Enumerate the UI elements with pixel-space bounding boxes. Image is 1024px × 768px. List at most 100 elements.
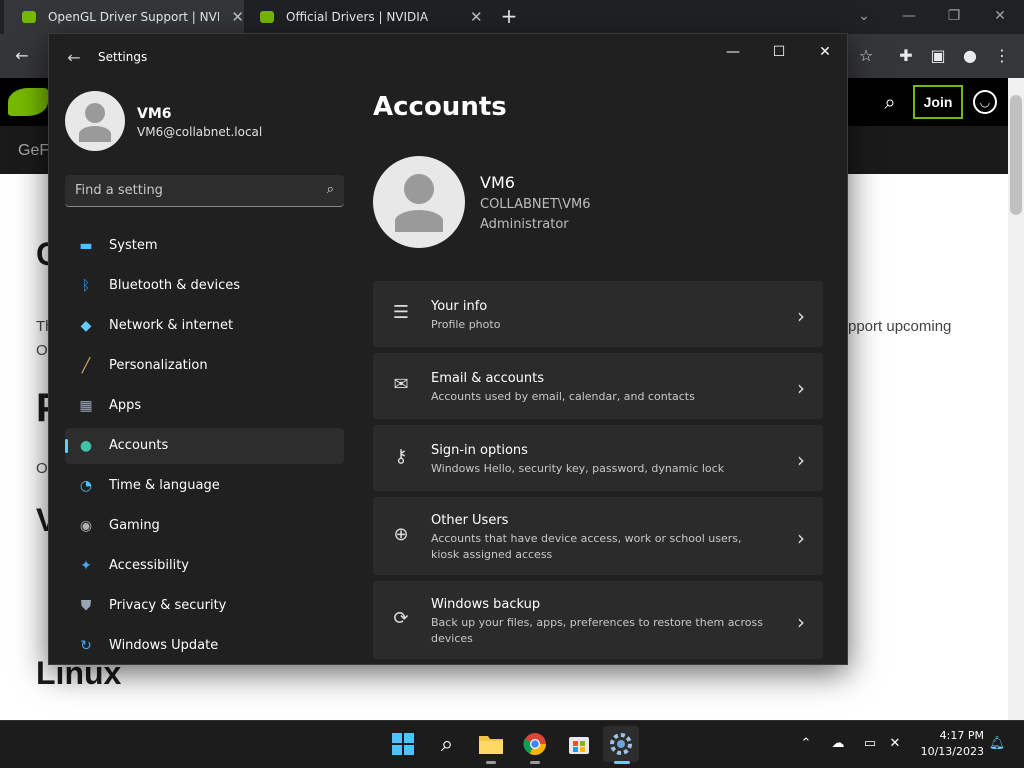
taskbar-clock-date[interactable]: 10/13/2023 — [914, 745, 984, 758]
settings-card-windows-backup[interactable]: ⟳ Windows backup Back up your files, apps,… — [373, 581, 823, 659]
running-indicator — [530, 761, 540, 764]
notification-bell-icon[interactable]: 🔔︎ — [988, 735, 1006, 753]
settings-card-other-users[interactable]: ⊕ Other Users Accounts that have device ac… — [373, 497, 823, 575]
settings-close-icon[interactable]: ✕ — [805, 40, 845, 64]
mail-icon: ✉ — [393, 374, 409, 395]
network-monitor-icon[interactable]: ▭ — [861, 735, 879, 753]
sidebar-item-label: System — [109, 238, 158, 253]
settings-window: ← Settings — ☐ ✕ VM6 VM6@collabnet.local… — [48, 33, 848, 665]
sidebar-item-label: Gaming — [109, 518, 160, 533]
card-subtitle: Accounts that have device access, work o… — [431, 532, 742, 561]
side-panel-icon[interactable]: ▣ — [926, 45, 950, 67]
browser-tab-official-drivers[interactable]: Official Drivers | NVIDIA ✕ — [242, 0, 492, 34]
apps-icon: ▦ — [79, 398, 93, 414]
nvidia-subnav-label[interactable]: GeF — [18, 142, 49, 160]
tab-close-icon[interactable]: ✕ — [470, 8, 483, 26]
key-icon: ⚷ — [394, 446, 408, 467]
chevron-right-icon: › — [797, 376, 805, 400]
accessibility-icon: ✦ — [80, 558, 92, 574]
sidebar-item-label: Accounts — [109, 438, 169, 453]
active-indicator — [614, 761, 630, 764]
chrome-icon[interactable] — [521, 730, 549, 758]
sidebar-item-label: Accessibility — [109, 558, 189, 573]
gear-icon — [610, 733, 632, 755]
nvidia-logo-icon[interactable] — [8, 88, 48, 116]
search-icon[interactable]: ⌕ — [327, 182, 334, 197]
taskbar-search-icon[interactable]: ⌕ — [433, 730, 461, 758]
chevron-right-icon: › — [797, 448, 805, 472]
settings-search-box[interactable]: ⌕ — [65, 175, 344, 207]
sidebar-item-label: Time & language — [109, 478, 220, 493]
taskbar-clock-time[interactable]: 4:17 PM — [924, 729, 984, 742]
sidebar-item-network-internet[interactable]: ◆ Network & internet — [65, 308, 344, 344]
tab-search-chevron-icon[interactable]: ⌄ — [850, 5, 878, 27]
profile-email: VM6@collabnet.local — [137, 125, 263, 139]
brush-icon: ╱ — [81, 358, 91, 374]
sidebar-item-apps[interactable]: ▦ Apps — [65, 388, 344, 424]
card-title: Windows backup — [431, 597, 541, 612]
browser-minimize-icon[interactable]: — — [895, 5, 923, 27]
card-subtitle: Back up your files, apps, preferences to… — [431, 616, 763, 645]
account-domain: COLLABNET\VM6 — [480, 197, 591, 212]
globe-clock-icon: ◔ — [79, 478, 93, 494]
file-explorer-icon[interactable] — [477, 730, 505, 758]
volume-muted-icon[interactable]: ✕ — [886, 735, 904, 753]
avatar[interactable] — [65, 91, 125, 151]
page-scrollbar-thumb[interactable] — [1010, 95, 1022, 215]
settings-card-email-accounts[interactable]: ✉ Email & accounts Accounts used by email,… — [373, 353, 823, 419]
gamepad-icon: ◉ — [79, 518, 93, 534]
nvidia-account-icon[interactable]: ◡ — [973, 90, 997, 114]
sidebar-item-accessibility[interactable]: ✦ Accessibility — [65, 548, 344, 584]
card-title: Other Users — [431, 513, 509, 528]
browser-close-icon[interactable]: ✕ — [986, 5, 1014, 27]
settings-card-your-info[interactable]: ☰ Your info Profile photo › — [373, 281, 823, 347]
search-input[interactable] — [75, 183, 305, 198]
browser-menu-icon[interactable]: ⋮ — [990, 45, 1014, 67]
sidebar-item-personalization[interactable]: ╱ Personalization — [65, 348, 344, 384]
settings-card-sign-in-options[interactable]: ⚷ Sign-in options Windows Hello, security … — [373, 425, 823, 491]
settings-back-button[interactable]: ← — [61, 46, 87, 70]
card-subtitle: Windows Hello, security key, password, d… — [431, 462, 725, 475]
sidebar-item-windows-update[interactable]: ↻ Windows Update — [65, 628, 344, 664]
sidebar-item-privacy-security[interactable]: ⛊ Privacy & security — [65, 588, 344, 624]
sidebar-item-label: Network & internet — [109, 318, 234, 333]
bookmark-star-icon[interactable]: ☆ — [854, 45, 878, 67]
sidebar-item-label: Bluetooth & devices — [109, 278, 240, 293]
sidebar-item-accounts[interactable]: ● Accounts — [65, 428, 344, 464]
browser-back-icon[interactable]: ← — [10, 45, 34, 67]
microsoft-store-icon[interactable] — [565, 730, 593, 758]
account-name: VM6 — [480, 173, 515, 192]
sidebar-item-label: Personalization — [109, 358, 208, 373]
sidebar-item-bluetooth-devices[interactable]: ᛒ Bluetooth & devices — [65, 268, 344, 304]
chevron-right-icon: › — [797, 304, 805, 328]
start-button[interactable] — [389, 730, 417, 758]
store-bag-icon — [569, 737, 589, 754]
person-icon: ● — [79, 438, 93, 454]
nvidia-search-icon[interactable]: ⌕ — [878, 90, 902, 114]
windows-logo-icon — [392, 733, 414, 755]
profile-name: VM6 — [137, 106, 172, 122]
new-tab-button[interactable]: + — [498, 5, 520, 27]
settings-app-icon[interactable] — [603, 726, 639, 762]
browser-tab-opengl[interactable]: OpenGL Driver Support | NVIDIA ✕ — [4, 0, 244, 34]
running-indicator — [486, 761, 496, 764]
settings-minimize-icon[interactable]: — — [713, 40, 753, 64]
chevron-right-icon: › — [797, 610, 805, 634]
sidebar-item-system[interactable]: ▬ System — [65, 228, 344, 264]
show-hidden-icons-chevron-icon[interactable]: ⌃ — [797, 735, 815, 753]
sidebar-item-label: Apps — [109, 398, 142, 413]
sidebar-item-time-language[interactable]: ◔ Time & language — [65, 468, 344, 504]
browser-restore-icon[interactable]: ❐ — [940, 5, 968, 27]
settings-maximize-icon[interactable]: ☐ — [759, 40, 799, 64]
extensions-puzzle-icon[interactable]: ✚ — [894, 45, 918, 67]
onedrive-cloud-icon[interactable]: ☁ — [829, 735, 847, 753]
sidebar-item-gaming[interactable]: ◉ Gaming — [65, 508, 344, 544]
nvidia-join-button[interactable]: Join — [913, 85, 963, 119]
page-text-fragment: O — [36, 460, 48, 477]
account-role: Administrator — [480, 217, 569, 232]
chrome-logo-icon — [523, 733, 546, 755]
sidebar-item-label: Windows Update — [109, 638, 219, 653]
card-subtitle: Accounts used by email, calendar, and co… — [431, 390, 695, 403]
account-avatar[interactable] — [373, 156, 465, 248]
profile-icon[interactable]: ● — [958, 45, 982, 67]
